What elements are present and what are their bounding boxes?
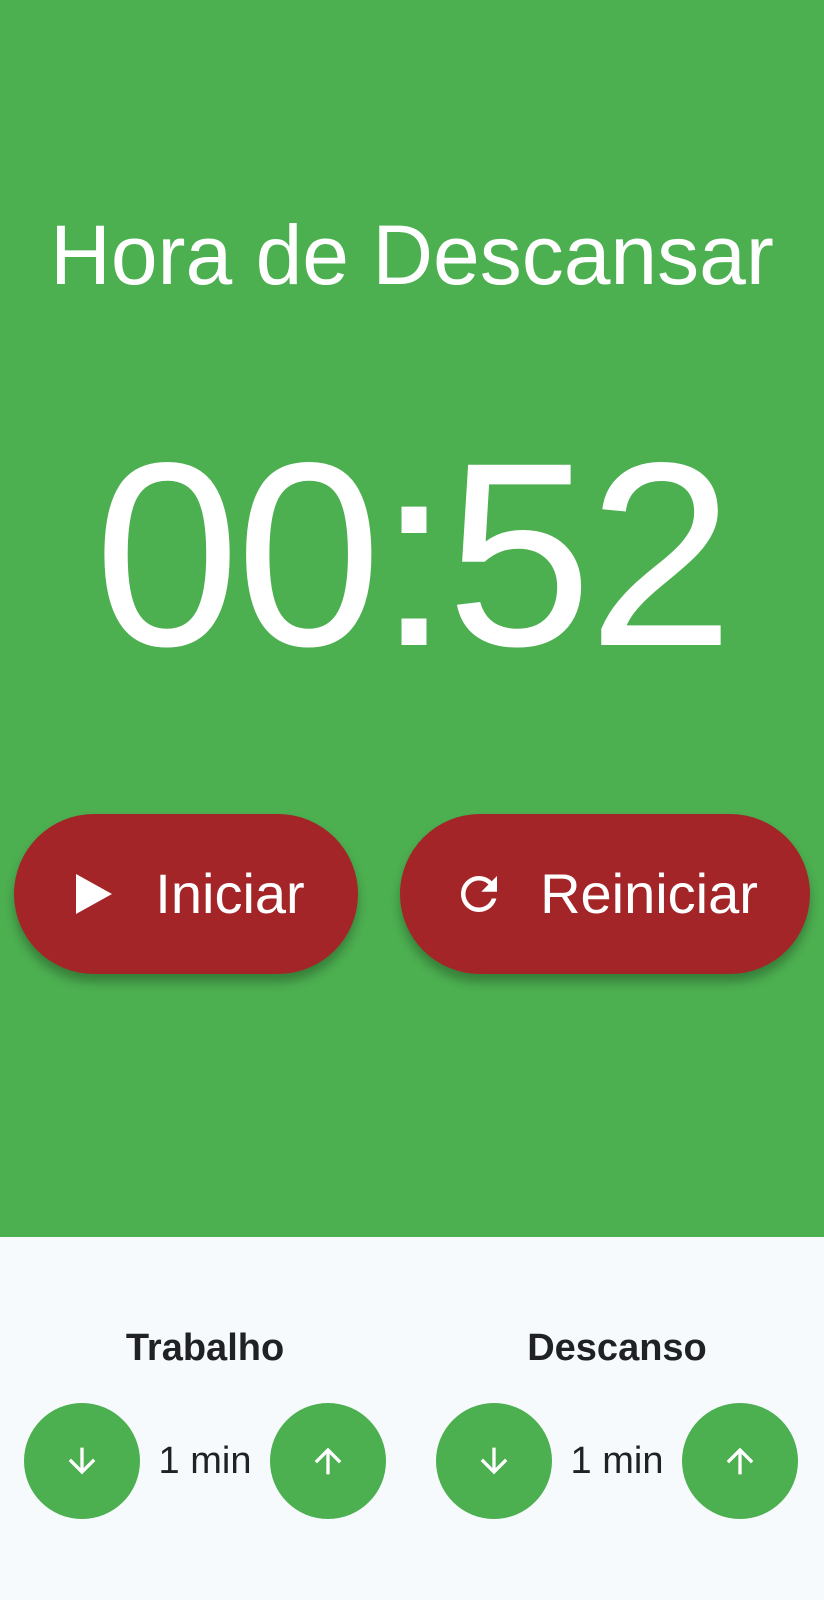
mode-title: Hora de Descansar bbox=[50, 208, 774, 302]
arrow-up-icon bbox=[726, 1447, 754, 1475]
start-button-label: Iniciar bbox=[155, 862, 305, 925]
reset-button-label: Reiniciar bbox=[540, 862, 758, 925]
arrow-down-icon bbox=[480, 1447, 508, 1475]
rest-increase-button[interactable] bbox=[682, 1403, 798, 1519]
work-increase-button[interactable] bbox=[270, 1403, 386, 1519]
arrow-down-icon bbox=[68, 1447, 96, 1475]
work-title: Trabalho bbox=[125, 1327, 285, 1369]
time-display: 00:52 bbox=[94, 408, 734, 701]
reset-button[interactable]: Reiniciar bbox=[400, 814, 810, 974]
timer-panel: Hora de Descansar 00:52 Iniciar Reinicia… bbox=[0, 0, 824, 1237]
refresh-icon bbox=[452, 867, 506, 921]
work-decrease-button[interactable] bbox=[24, 1403, 140, 1519]
rest-duration-value: 1 min bbox=[570, 1439, 664, 1482]
rest-decrease-button[interactable] bbox=[436, 1403, 552, 1519]
start-button[interactable]: Iniciar bbox=[14, 814, 358, 974]
work-duration-value: 1 min bbox=[158, 1439, 252, 1482]
play-icon bbox=[67, 867, 121, 921]
arrow-up-icon bbox=[314, 1447, 342, 1475]
rest-title: Descanso bbox=[527, 1327, 707, 1369]
